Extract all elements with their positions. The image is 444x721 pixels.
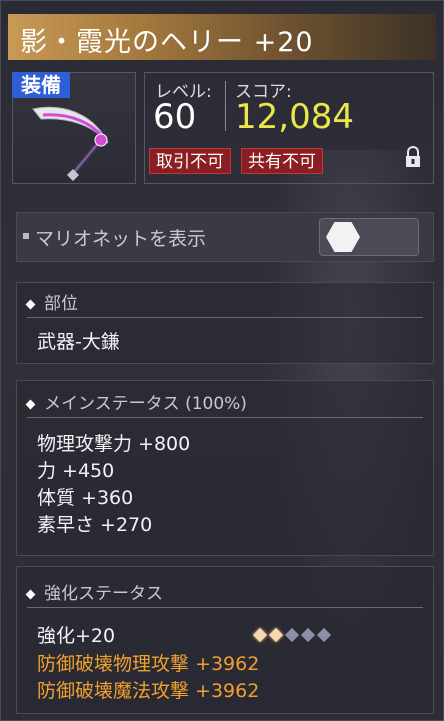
section-divider [27, 607, 423, 608]
star-empty-icon [300, 627, 316, 643]
star-empty-icon [284, 627, 300, 643]
diamond-icon [25, 589, 36, 599]
item-tooltip-panel: 影・霞光のヘリー +20 装備 レベル: 60 スコア: 12,084 取引不可… [0, 0, 444, 721]
bonus-line: 防御破壊物理攻撃 +3962 [37, 653, 260, 675]
star-empty-icon [316, 627, 332, 643]
enhance-section: 強化ステータス 強化+20 防御破壊物理攻撃 +3962 防御破壊魔法攻撃 +3… [16, 566, 434, 714]
marionette-toggle-row: マリオネットを表示 [16, 212, 434, 262]
marionette-toggle[interactable] [319, 218, 419, 256]
part-section: 部位 武器-大鎌 [16, 282, 434, 364]
equipped-badge: 装備 [12, 72, 70, 98]
section-divider [27, 317, 423, 318]
diamond-icon [25, 299, 36, 309]
no-trade-tag: 取引不可 [149, 148, 231, 174]
enhance-level: 強化+20 [37, 625, 116, 647]
stat-line: 体質 +360 [37, 487, 134, 509]
item-title: 影・霞光のヘリー +20 [20, 27, 314, 58]
bonus-line: 防御破壊魔法攻撃 +3962 [37, 680, 260, 702]
item-title-bar: 影・霞光のヘリー +20 [8, 14, 436, 60]
score-value: 12,084 [235, 97, 354, 137]
main-status-section: メインステータス (100%) 物理攻撃力 +800 力 +450 体質 +36… [16, 380, 434, 556]
toggle-knob[interactable] [326, 222, 360, 252]
no-share-tag: 共有不可 [241, 148, 323, 174]
lock-icon[interactable] [401, 145, 425, 169]
stat-line: 物理攻撃力 +800 [37, 433, 191, 455]
diamond-icon [25, 399, 36, 409]
level-value: 60 [153, 97, 197, 137]
main-status-header: メインステータス (100%) [25, 389, 247, 414]
star-filled-icon [268, 627, 284, 643]
bullet-icon [23, 233, 29, 239]
section-divider [27, 417, 423, 418]
star-filled-icon [252, 627, 268, 643]
marionette-label: マリオネットを表示 [35, 228, 207, 250]
level-score-box: レベル: 60 スコア: 12,084 取引不可 共有不可 [144, 72, 434, 184]
stat-line: 素早さ +270 [37, 514, 153, 536]
stat-line: 力 +450 [37, 460, 115, 482]
enhance-header: 強化ステータス [25, 579, 163, 604]
divider [225, 81, 226, 131]
part-header: 部位 [25, 289, 78, 314]
part-value: 武器-大鎌 [37, 331, 120, 353]
